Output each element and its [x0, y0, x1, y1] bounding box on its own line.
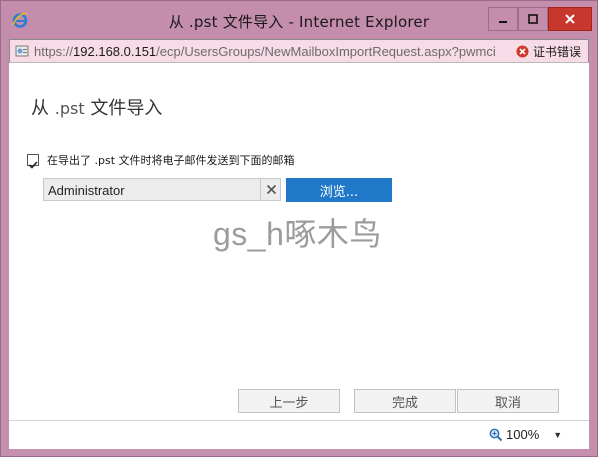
send-email-checkbox[interactable] — [27, 154, 39, 169]
maximize-icon — [528, 14, 538, 24]
browser-window: 从 .pst 文件导入 - Internet Explorer https://… — [0, 0, 598, 457]
close-button[interactable] — [548, 7, 592, 31]
minimize-button[interactable] — [488, 7, 518, 31]
site-page-icon — [14, 43, 30, 59]
close-icon — [565, 14, 575, 24]
browse-button[interactable]: 浏览... — [286, 178, 392, 202]
minimize-icon — [499, 21, 507, 23]
error-icon — [516, 45, 529, 57]
url-prefix: https:// — [34, 44, 74, 59]
address-bar[interactable]: https://192.168.0.151/ecp/UsersGroups/Ne… — [9, 39, 589, 63]
zoom-icon — [489, 428, 503, 441]
watermark-text: gs_h啄木鸟 — [213, 216, 382, 252]
certificate-error-button[interactable]: 证书错误 — [516, 40, 590, 62]
zoom-level: 100% — [506, 427, 540, 442]
cancel-button[interactable]: 取消 — [457, 389, 559, 413]
finish-button[interactable]: 完成 — [354, 389, 456, 413]
title-bar: 从 .pst 文件导入 - Internet Explorer — [1, 1, 597, 39]
clear-mailbox-button[interactable] — [260, 179, 282, 200]
checkmark-icon — [28, 161, 38, 169]
status-bar: 100% ▼ — [9, 420, 589, 449]
send-email-checkbox-label: 在导出了 .pst 文件时将电子邮件发送到下面的邮箱 — [47, 154, 295, 167]
dialog-content: 从 .pst 文件导入 在导出了 .pst 文件时将电子邮件发送到下面的邮箱 A… — [9, 63, 589, 420]
mailbox-field[interactable]: Administrator — [43, 178, 281, 201]
page-title-suffix: 文件导入 — [90, 98, 163, 119]
page-title-prefix: 从 — [31, 98, 49, 119]
zoom-control[interactable]: 100% ▼ — [489, 427, 562, 442]
chevron-down-icon[interactable]: ▼ — [553, 430, 562, 440]
url-host: 192.168.0.151 — [73, 44, 157, 59]
maximize-button[interactable] — [518, 7, 548, 31]
close-icon — [266, 184, 277, 195]
back-button[interactable]: 上一步 — [238, 389, 340, 413]
page-title-extension: .pst — [54, 99, 85, 118]
page-title: 从 .pst 文件导入 — [31, 94, 162, 120]
mailbox-value: Administrator — [48, 183, 125, 198]
url-text[interactable]: https://192.168.0.151/ecp/UsersGroups/Ne… — [34, 44, 516, 59]
certificate-error-label: 证书错误 — [533, 44, 582, 59]
url-path: /ecp/UsersGroups/NewMailboxImportRequest… — [156, 44, 496, 59]
